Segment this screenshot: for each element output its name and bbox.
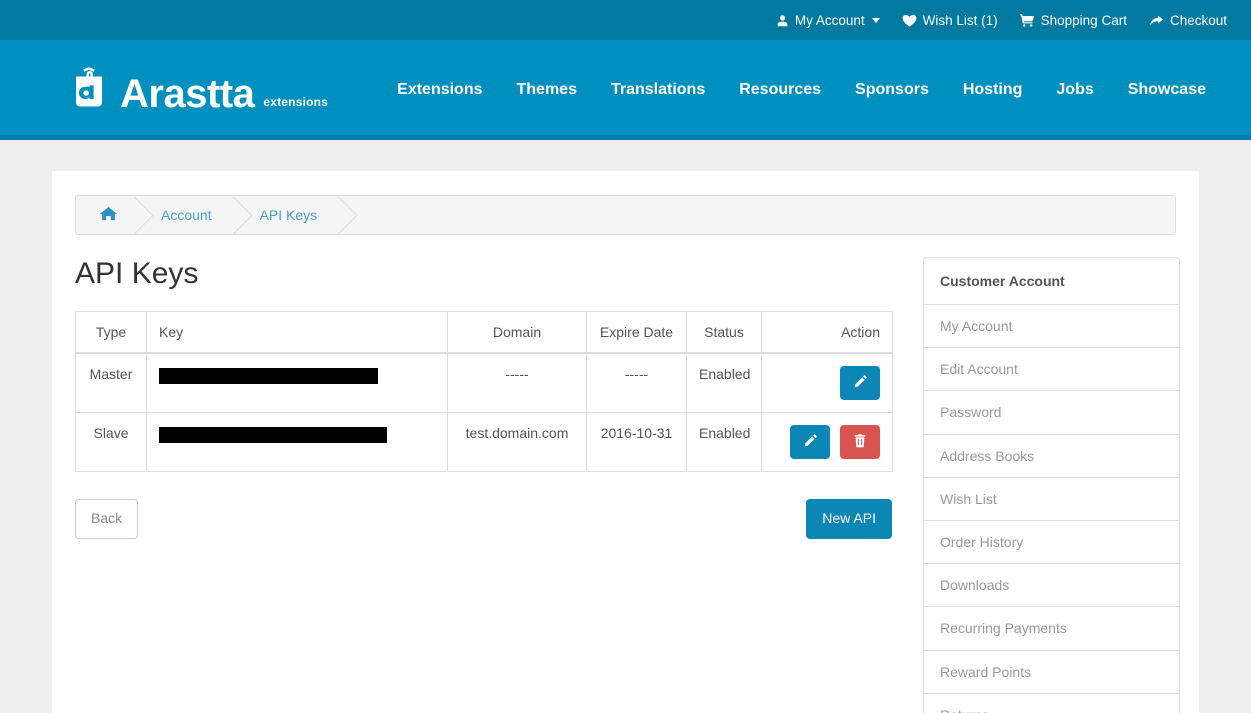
nav-item-jobs[interactable]: Jobs bbox=[1056, 81, 1093, 99]
cell-type: Master bbox=[76, 353, 147, 413]
page-wrapper: Account API Keys API Keys Type Key Domai… bbox=[0, 140, 1251, 713]
my-account-link[interactable]: My Account bbox=[776, 13, 880, 28]
cell-status: Enabled bbox=[687, 413, 762, 472]
table-body: Master ----- ----- Enabled bbox=[76, 353, 893, 472]
sidebar-item-reward-points[interactable]: Reward Points bbox=[924, 651, 1179, 694]
edit-api-key-button[interactable] bbox=[840, 366, 880, 400]
nav-item-resources[interactable]: Resources bbox=[739, 81, 821, 99]
main-navigation: Extensions Themes Translations Resources… bbox=[397, 81, 1206, 99]
cell-action bbox=[762, 413, 893, 472]
back-button[interactable]: Back bbox=[75, 499, 138, 539]
column-header-action: Action bbox=[762, 312, 893, 354]
api-keys-table: Type Key Domain Expire Date Status Actio… bbox=[75, 311, 893, 472]
sidebar-item-edit-account[interactable]: Edit Account bbox=[924, 348, 1179, 391]
cell-domain: test.domain.com bbox=[448, 413, 587, 472]
trash-icon bbox=[853, 433, 867, 451]
new-api-button[interactable]: New API bbox=[806, 499, 892, 539]
nav-item-themes[interactable]: Themes bbox=[517, 81, 577, 99]
home-icon bbox=[100, 206, 117, 224]
redaction-bar bbox=[159, 368, 378, 384]
top-utility-links: My Account Wish List (1) Shopping Cart C… bbox=[754, 13, 1227, 28]
cell-key bbox=[147, 353, 448, 413]
sidebar-item-my-account[interactable]: My Account bbox=[924, 305, 1179, 348]
wish-list-link[interactable]: Wish List (1) bbox=[902, 13, 998, 28]
my-account-label: My Account bbox=[795, 13, 865, 28]
sidebar-item-recurring-payments[interactable]: Recurring Payments bbox=[924, 607, 1179, 650]
table-row: Master ----- ----- Enabled bbox=[76, 353, 893, 413]
nav-item-extensions[interactable]: Extensions bbox=[397, 81, 482, 99]
column-header-expire-date: Expire Date bbox=[587, 312, 687, 354]
shopping-cart-link[interactable]: Shopping Cart bbox=[1020, 13, 1127, 28]
delete-api-key-button[interactable] bbox=[840, 425, 880, 459]
cell-expire-date: 2016-10-31 bbox=[587, 413, 687, 472]
cell-action bbox=[762, 353, 893, 413]
breadcrumb-item-api-keys[interactable]: API Keys bbox=[238, 196, 344, 234]
cell-status: Enabled bbox=[687, 353, 762, 413]
sidebar-item-downloads[interactable]: Downloads bbox=[924, 564, 1179, 607]
main-column: API Keys Type Key Domain Expire Date Sta… bbox=[75, 257, 923, 539]
chevron-down-icon bbox=[872, 18, 880, 23]
table-header-row: Type Key Domain Expire Date Status Actio… bbox=[76, 312, 893, 354]
page-title: API Keys bbox=[75, 257, 893, 290]
sidebar-item-wish-list[interactable]: Wish List bbox=[924, 478, 1179, 521]
body-grid: API Keys Type Key Domain Expire Date Sta… bbox=[75, 257, 1176, 713]
shopping-cart-label: Shopping Cart bbox=[1041, 13, 1127, 28]
nav-item-hosting[interactable]: Hosting bbox=[963, 81, 1023, 99]
table-row: Slave test.domain.com 2016-10-31 Enabled bbox=[76, 413, 893, 472]
edit-api-key-button[interactable] bbox=[790, 425, 830, 459]
logo-text: Arastta bbox=[120, 74, 254, 114]
shopping-bag-icon bbox=[72, 67, 106, 112]
pencil-icon bbox=[803, 433, 818, 451]
arrow-forward-icon bbox=[1149, 14, 1164, 27]
column-header-status: Status bbox=[687, 312, 762, 354]
cell-key bbox=[147, 413, 448, 472]
cart-icon bbox=[1020, 13, 1035, 27]
nav-item-translations[interactable]: Translations bbox=[611, 81, 705, 99]
sidebar-item-password[interactable]: Password bbox=[924, 391, 1179, 434]
nav-item-showcase[interactable]: Showcase bbox=[1128, 81, 1206, 99]
sidebar-column: Customer Account My Account Edit Account… bbox=[923, 257, 1180, 713]
table-head: Type Key Domain Expire Date Status Actio… bbox=[76, 312, 893, 354]
column-header-domain: Domain bbox=[448, 312, 587, 354]
pencil-icon bbox=[853, 374, 868, 392]
breadcrumb-home[interactable] bbox=[76, 196, 139, 234]
column-header-type: Type bbox=[76, 312, 147, 354]
redaction-bar bbox=[159, 427, 387, 443]
checkout-label: Checkout bbox=[1170, 13, 1227, 28]
content-container: Account API Keys API Keys Type Key Domai… bbox=[52, 171, 1199, 713]
column-header-key: Key bbox=[147, 312, 448, 354]
sidebar-header: Customer Account bbox=[924, 258, 1179, 305]
user-icon bbox=[776, 14, 789, 27]
nav-item-sponsors[interactable]: Sponsors bbox=[855, 81, 929, 99]
breadcrumb: Account API Keys bbox=[75, 195, 1176, 235]
customer-account-sidebar: Customer Account My Account Edit Account… bbox=[923, 257, 1180, 713]
sidebar-item-order-history[interactable]: Order History bbox=[924, 521, 1179, 564]
site-logo[interactable]: Arastta extensions bbox=[72, 67, 328, 114]
top-utility-bar: My Account Wish List (1) Shopping Cart C… bbox=[0, 0, 1251, 40]
sidebar-item-returns[interactable]: Returns bbox=[924, 694, 1179, 713]
sidebar-item-address-books[interactable]: Address Books bbox=[924, 435, 1179, 478]
action-button-row: Back New API bbox=[75, 499, 892, 539]
site-header: Arastta extensions Extensions Themes Tra… bbox=[0, 40, 1251, 140]
cell-type: Slave bbox=[76, 413, 147, 472]
wish-list-label: Wish List (1) bbox=[923, 13, 998, 28]
cell-domain: ----- bbox=[448, 353, 587, 413]
cell-expire-date: ----- bbox=[587, 353, 687, 413]
checkout-link[interactable]: Checkout bbox=[1149, 13, 1227, 28]
logo-subtitle: extensions bbox=[263, 95, 328, 109]
heart-icon bbox=[902, 14, 917, 27]
